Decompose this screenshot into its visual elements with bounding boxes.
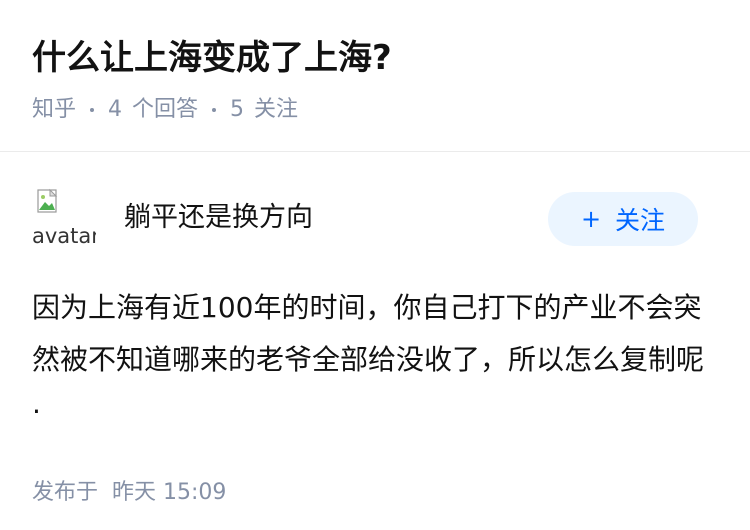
follow-count-label: 关注 xyxy=(254,97,299,122)
question-meta: 知乎 4 个回答 5 关注 xyxy=(32,94,722,126)
author-name[interactable]: 躺平还是换方向 xyxy=(124,195,313,234)
answer-card: avatar 躺平还是换方向 + 关注 因为上海有近100年的时间，你自己打下的… xyxy=(32,184,718,506)
answer-count: 4 xyxy=(108,97,123,122)
answer-time: 发布于 昨天 15:09 xyxy=(32,474,718,506)
answer-count-label: 个回答 xyxy=(132,97,199,122)
question-source[interactable]: 知乎 xyxy=(32,94,76,126)
meta-separator-dot xyxy=(90,108,95,112)
follow-button-label: 关注 xyxy=(615,206,666,235)
plus-icon: + xyxy=(580,205,602,233)
follow-count-link[interactable]: 5 关注 xyxy=(230,94,298,126)
question-header: 什么让上海变成了上海? 知乎 4 个回答 5 关注 xyxy=(32,30,722,126)
follow-button[interactable]: + 关注 xyxy=(548,192,698,246)
answer-content[interactable]: 因为上海有近100年的时间，你自己打下的产业不会突然被不知道哪来的老爷全部给没收… xyxy=(32,282,712,438)
divider xyxy=(0,151,750,152)
avatar-alt-text: avatar xyxy=(32,224,96,248)
meta-separator-dot xyxy=(212,108,217,112)
author-row: avatar 躺平还是换方向 + 关注 xyxy=(32,184,718,252)
question-title[interactable]: 什么让上海变成了上海? xyxy=(32,30,722,86)
broken-image-icon xyxy=(37,188,58,213)
follow-count: 5 xyxy=(230,97,245,122)
time-prefix: 发布于 xyxy=(32,480,99,505)
time-value: 昨天 15:09 xyxy=(112,480,227,505)
avatar[interactable]: avatar xyxy=(32,186,96,250)
answer-count-link[interactable]: 4 个回答 xyxy=(108,94,198,126)
